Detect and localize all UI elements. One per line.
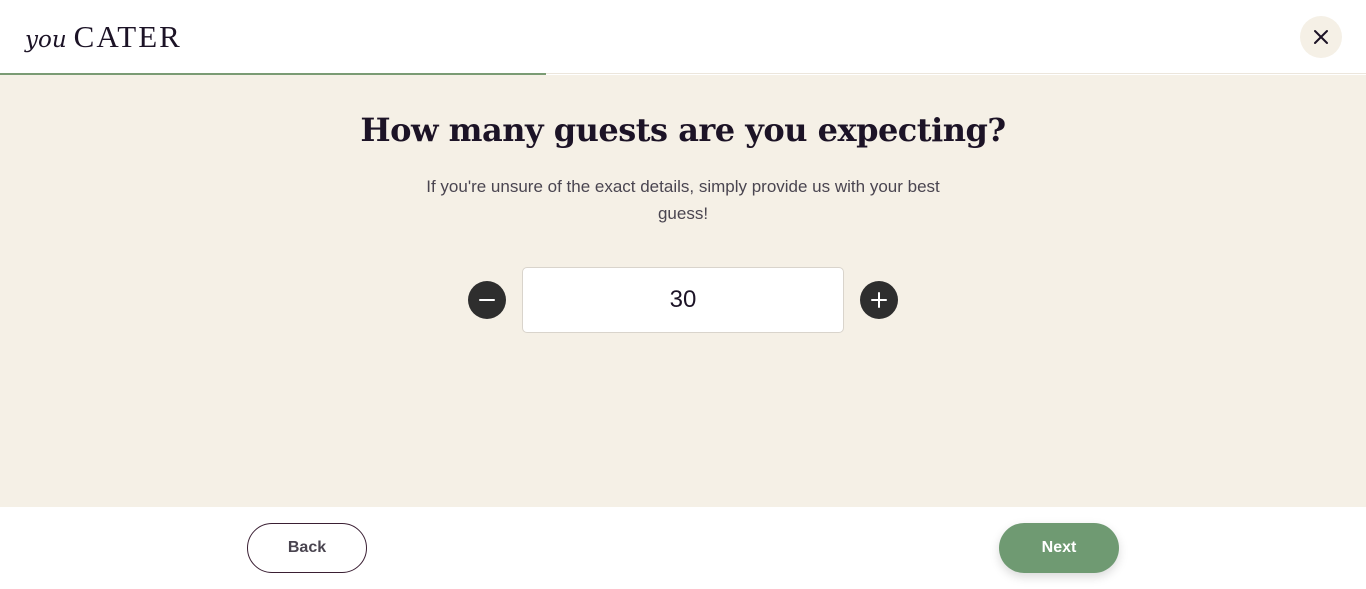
- minus-icon: [479, 299, 495, 301]
- main-content: How many guests are you expecting? If yo…: [0, 75, 1366, 507]
- close-button[interactable]: [1300, 16, 1342, 58]
- back-button[interactable]: Back: [247, 523, 367, 573]
- next-button[interactable]: Next: [999, 523, 1119, 573]
- plus-icon: [871, 292, 887, 308]
- decrement-button[interactable]: [468, 281, 506, 319]
- logo-cater-text: CATER: [73, 19, 182, 54]
- logo[interactable]: you CATER: [25, 19, 182, 55]
- footer: Back Next: [0, 507, 1366, 589]
- logo-you-text: you: [25, 27, 67, 53]
- increment-button[interactable]: [860, 281, 898, 319]
- page-title: How many guests are you expecting?: [360, 111, 1006, 149]
- close-icon: [1314, 30, 1328, 44]
- header: you CATER: [0, 0, 1366, 74]
- page-subtitle: If you're unsure of the exact details, s…: [426, 177, 940, 223]
- guest-count-input[interactable]: [522, 267, 844, 333]
